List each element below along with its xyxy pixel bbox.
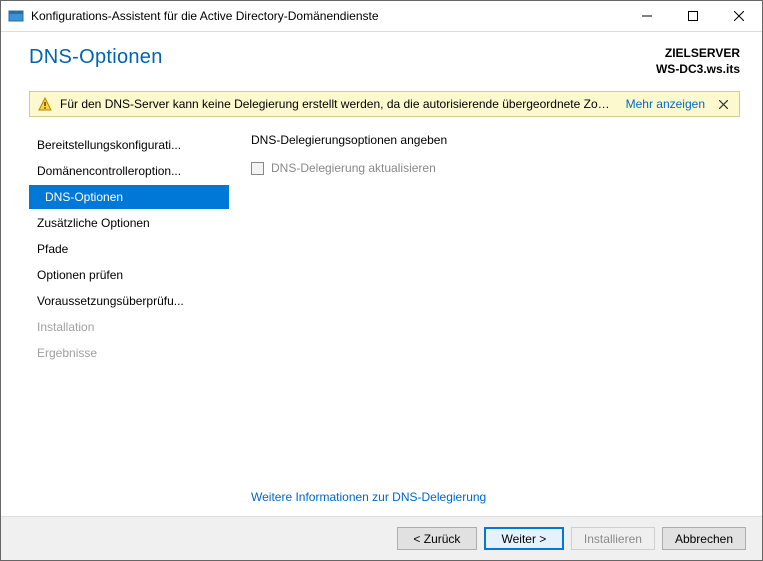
window-controls	[624, 1, 762, 31]
nav-step-5[interactable]: Optionen prüfen	[29, 263, 229, 287]
nav-step-0[interactable]: Bereitstellungskonfigurati...	[29, 133, 229, 157]
app-icon	[8, 8, 24, 24]
notification-more-link[interactable]: Mehr anzeigen	[626, 97, 705, 111]
nav-step-7: Installation	[29, 315, 229, 339]
body: Bereitstellungskonfigurati...Domänencont…	[1, 127, 762, 516]
target-server-info: ZIELSERVER WS-DC3.ws.its	[656, 46, 740, 77]
nav-step-8: Ergebnisse	[29, 341, 229, 365]
spacer	[251, 175, 740, 490]
notification-text: Für den DNS-Server kann keine Delegierun…	[60, 97, 616, 111]
notification-close-icon[interactable]	[715, 96, 731, 112]
install-button: Installieren	[571, 527, 655, 550]
nav-step-1[interactable]: Domänencontrolleroption...	[29, 159, 229, 183]
page-title: DNS-Optionen	[29, 46, 656, 69]
dns-delegation-label: DNS-Delegierung aktualisieren	[271, 161, 436, 175]
next-button[interactable]: Weiter >	[484, 527, 564, 550]
warning-icon	[38, 97, 52, 111]
cancel-button[interactable]: Abbrechen	[662, 527, 746, 550]
titlebar: Konfigurations-Assistent für die Active …	[1, 1, 762, 32]
window-title: Konfigurations-Assistent für die Active …	[31, 9, 624, 23]
more-info-link[interactable]: Weitere Informationen zur DNS-Delegierun…	[251, 490, 740, 504]
close-button[interactable]	[716, 1, 762, 31]
notification-bar: Für den DNS-Server kann keine Delegierun…	[29, 91, 740, 117]
minimize-button[interactable]	[624, 1, 670, 31]
content-heading: DNS-Delegierungsoptionen angeben	[251, 133, 740, 147]
nav-step-6[interactable]: Voraussetzungsüberprüfu...	[29, 289, 229, 313]
nav-step-2[interactable]: DNS-Optionen	[29, 185, 229, 209]
dns-delegation-checkbox	[251, 162, 264, 175]
target-server-name: WS-DC3.ws.its	[656, 62, 740, 78]
maximize-button[interactable]	[670, 1, 716, 31]
step-nav: Bereitstellungskonfigurati...Domänencont…	[29, 127, 229, 516]
nav-step-4[interactable]: Pfade	[29, 237, 229, 261]
target-server-label: ZIELSERVER	[656, 46, 740, 62]
footer: < Zurück Weiter > Installieren Abbrechen	[1, 516, 762, 560]
wizard-window: Konfigurations-Assistent für die Active …	[0, 0, 763, 561]
dns-delegation-option: DNS-Delegierung aktualisieren	[251, 161, 740, 175]
header: DNS-Optionen ZIELSERVER WS-DC3.ws.its	[1, 32, 762, 91]
content-pane: DNS-Delegierungsoptionen angeben DNS-Del…	[229, 127, 740, 516]
back-button[interactable]: < Zurück	[397, 527, 477, 550]
nav-step-3[interactable]: Zusätzliche Optionen	[29, 211, 229, 235]
